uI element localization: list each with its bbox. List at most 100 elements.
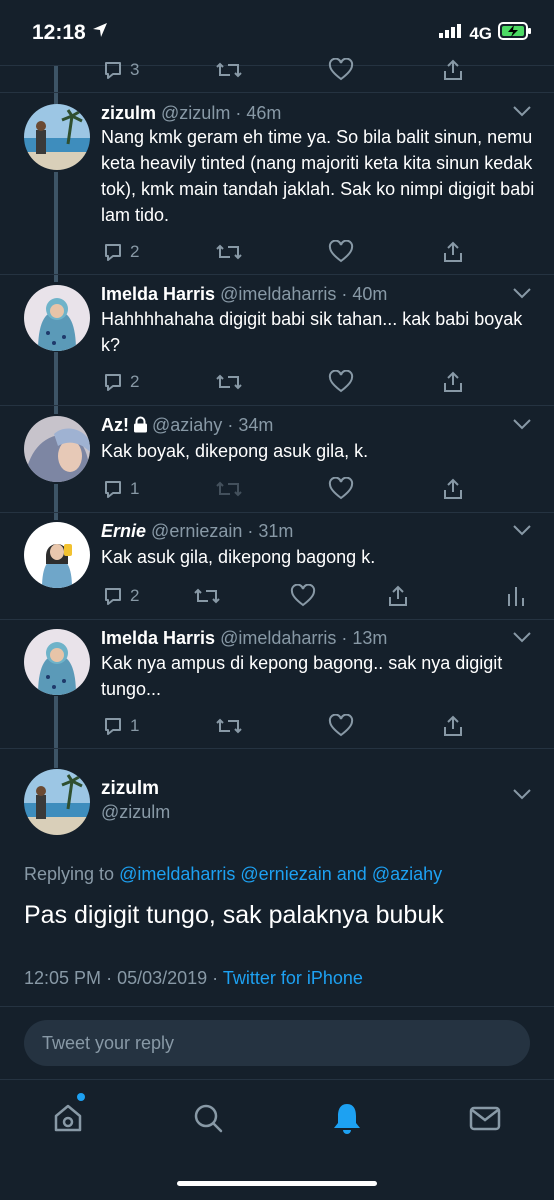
display-name[interactable]: zizulm [101, 778, 159, 800]
timestamp: 40m [352, 284, 388, 304]
replying-label: Replying to [24, 864, 115, 884]
display-name[interactable]: zizulm [101, 103, 156, 123]
retweet-button[interactable] [215, 477, 243, 501]
chevron-down-icon[interactable] [512, 630, 532, 648]
tweet-date: 05/03/2019 [117, 968, 208, 988]
share-button[interactable] [441, 370, 465, 394]
divider [0, 748, 554, 749]
avatar[interactable] [24, 104, 90, 170]
reply-count: 2 [130, 586, 140, 605]
avatar[interactable] [24, 416, 90, 482]
thread-line [54, 696, 58, 768]
tweet-actions: 2 [101, 370, 521, 400]
chevron-down-icon[interactable] [512, 417, 532, 435]
replying-and[interactable]: and [337, 864, 367, 884]
reply-button[interactable]: 2 [101, 584, 139, 608]
retweet-icon [194, 588, 220, 604]
mention-link[interactable]: @aziahy [372, 864, 442, 884]
reply-count: 3 [130, 60, 140, 79]
thread-line [54, 66, 58, 104]
heart-icon [328, 58, 354, 81]
chevron-down-icon[interactable] [512, 523, 532, 541]
reply-icon [105, 588, 121, 605]
tweet-header: Imelda Harris @imeldaharris · 40m [101, 284, 387, 305]
mention-link[interactable]: @erniezain [240, 864, 331, 884]
tweet-text: Kak asuk gila, dikepong bagong k. [101, 547, 376, 567]
retweet-button[interactable] [215, 370, 243, 394]
share-button[interactable] [441, 240, 465, 264]
reply-count: 2 [130, 242, 140, 261]
heart-icon [328, 714, 354, 737]
handle[interactable]: @erniezain [151, 521, 242, 541]
handle[interactable]: @aziahy [152, 415, 222, 435]
chevron-down-icon[interactable] [512, 104, 532, 122]
heart-icon [328, 477, 354, 500]
notification-dot [77, 1093, 85, 1101]
retweet-button[interactable] [215, 58, 243, 82]
avatar[interactable] [24, 629, 90, 695]
display-name[interactable]: Az! [101, 415, 129, 435]
avatar[interactable] [24, 285, 90, 351]
handle[interactable]: @zizulm [161, 103, 230, 123]
home-icon[interactable] [50, 1100, 86, 1136]
reply-input[interactable] [24, 1020, 530, 1066]
reply-button[interactable]: 1 [101, 714, 139, 738]
handle[interactable]: @zizulm [101, 802, 170, 823]
tweet-text: Nang kmk geram eh time ya. So bila balit… [101, 127, 535, 225]
retweet-icon [216, 481, 242, 497]
tweet-meta: 12:05 PM · 05/03/2019 · Twitter for iPho… [24, 968, 363, 989]
reply-button[interactable]: 3 [101, 58, 139, 82]
retweet-icon [216, 244, 242, 260]
share-button[interactable] [441, 714, 465, 738]
heart-icon [328, 240, 354, 263]
separator-dot: · [242, 521, 259, 541]
like-button[interactable] [328, 240, 354, 264]
display-name[interactable]: Imelda Harris [101, 284, 215, 304]
reply-button[interactable]: 1 [101, 477, 139, 501]
like-button[interactable] [328, 714, 354, 738]
share-button[interactable] [441, 477, 465, 501]
messages-icon[interactable] [467, 1100, 503, 1136]
thread-line [54, 484, 58, 520]
like-button[interactable] [328, 477, 354, 501]
avatar[interactable] [24, 769, 90, 835]
tweet-source-link[interactable]: Twitter for iPhone [223, 968, 363, 988]
retweet-button[interactable] [215, 714, 243, 738]
analytics-button[interactable] [506, 584, 526, 608]
display-name[interactable]: Imelda Harris [101, 628, 215, 648]
lock-icon [133, 416, 148, 438]
home-indicator[interactable] [177, 1181, 377, 1186]
tweet-text: Kak nya ampus di kepong bagong.. sak nya… [101, 653, 503, 699]
share-button[interactable] [441, 58, 465, 82]
handle[interactable]: @imeldaharris [220, 628, 336, 648]
reply-button[interactable]: 2 [101, 240, 139, 264]
share-icon [389, 585, 407, 606]
notifications-icon[interactable] [329, 1100, 365, 1136]
share-icon [444, 241, 462, 262]
like-button[interactable] [290, 584, 316, 608]
separator-dot: · [230, 103, 247, 123]
tweet-actions: 1 [101, 477, 521, 507]
retweet-button[interactable] [193, 584, 221, 608]
chevron-down-icon[interactable] [512, 286, 532, 304]
separator-dot: · [106, 968, 118, 988]
battery-charging-icon [498, 22, 532, 45]
tweet-time: 12:05 PM [24, 968, 102, 988]
tweet-header: Az! @aziahy · 34m [101, 415, 273, 438]
replying-to: Replying to @imeldaharris @erniezain and… [24, 864, 442, 885]
share-icon [444, 371, 462, 392]
like-button[interactable] [328, 370, 354, 394]
share-button[interactable] [386, 584, 410, 608]
separator-dot: · [222, 415, 239, 435]
tweet-text: Hahhhhahaha digigit babi sik tahan... ka… [101, 309, 523, 355]
mention-link[interactable]: @imeldaharris [119, 864, 235, 884]
display-name[interactable]: Ernie [101, 521, 146, 541]
search-icon[interactable] [190, 1100, 226, 1136]
tweet-actions: 2 [101, 584, 541, 614]
like-button[interactable] [328, 58, 354, 82]
chevron-down-icon[interactable] [512, 787, 532, 805]
avatar[interactable] [24, 522, 90, 588]
reply-button[interactable]: 2 [101, 370, 139, 394]
handle[interactable]: @imeldaharris [220, 284, 336, 304]
retweet-button[interactable] [215, 240, 243, 264]
